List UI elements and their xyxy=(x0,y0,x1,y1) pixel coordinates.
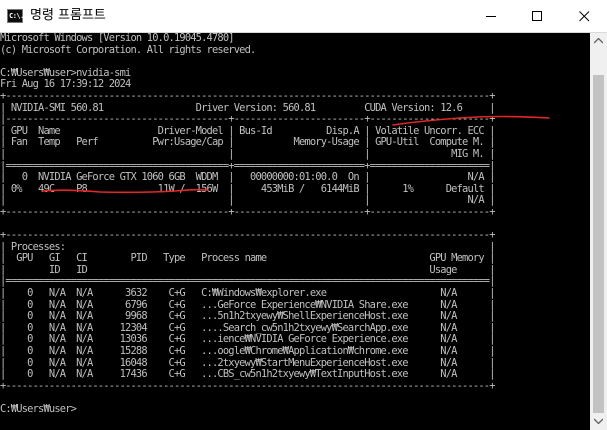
scroll-up-button[interactable] xyxy=(590,33,607,50)
command-prompt-icon[interactable]: C:\. xyxy=(7,9,24,23)
scroll-down-button[interactable] xyxy=(590,413,607,430)
app-icon-label: C:\. xyxy=(9,12,24,20)
vertical-scrollbar[interactable] xyxy=(590,33,607,430)
scrollbar-thumb[interactable] xyxy=(593,75,604,413)
chevron-down-icon xyxy=(594,418,603,424)
maximize-button[interactable] xyxy=(514,0,560,32)
window-title: 명령 프롬프트 xyxy=(30,8,106,23)
console-area[interactable]: Microsoft Windows [Version 10.0.19045.47… xyxy=(0,33,590,430)
title-bar[interactable]: C:\. 명령 프롬프트 xyxy=(0,0,607,33)
close-icon xyxy=(579,11,590,22)
minimize-icon xyxy=(486,16,496,17)
maximize-icon xyxy=(532,11,542,21)
console-output[interactable]: Microsoft Windows [Version 10.0.19045.47… xyxy=(0,33,590,416)
minimize-button[interactable] xyxy=(468,0,514,32)
close-button[interactable] xyxy=(561,0,607,32)
chevron-up-icon xyxy=(594,38,603,44)
